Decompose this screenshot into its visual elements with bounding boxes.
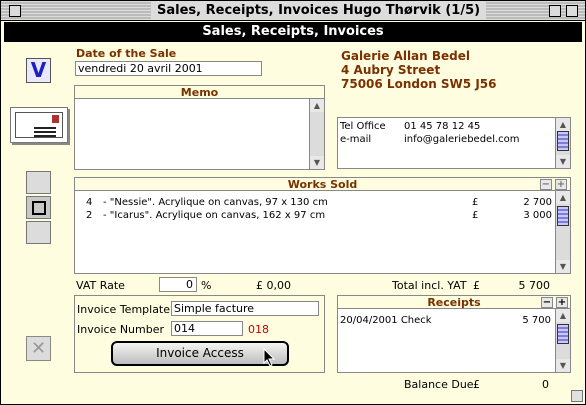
scroll-down-icon[interactable]: ▼	[556, 359, 570, 372]
scroll-thumb[interactable]	[557, 324, 569, 344]
row-currency: £	[472, 197, 479, 208]
invoice-box: Invoice Template Simple facture Invoice …	[74, 295, 325, 373]
receipt-amount: 5 700	[522, 315, 551, 326]
nav-stop-button[interactable]	[26, 196, 51, 219]
contact-panel: Tel Office 01 45 78 12 45 e-mail info@ga…	[337, 117, 571, 169]
close-box[interactable]	[9, 5, 21, 17]
scroll-down-icon[interactable]: ▼	[556, 155, 570, 168]
window-title: Sales, Receipts, Invoices Hugo Thørvik (…	[151, 2, 487, 20]
works-add-button[interactable]: +	[555, 179, 567, 190]
client-name: Galerie Allan Bedel	[341, 49, 471, 63]
envelope-icon	[15, 112, 63, 138]
nav-up-button[interactable]	[26, 171, 51, 194]
total-currency: £	[473, 279, 480, 292]
nav-down-button[interactable]	[26, 221, 51, 244]
row-desc: - "Icarus". Acrylique on canvas, 162 x 9…	[103, 210, 326, 221]
scroll-thumb[interactable]	[557, 131, 569, 151]
tel-label: Tel Office	[340, 121, 386, 132]
memo-scrollbar[interactable]: ▲ ▼	[309, 99, 324, 169]
square-icon	[32, 201, 46, 215]
receipts-title: Receipts	[338, 296, 570, 309]
main-window: Sales, Receipts, Invoices Hugo Thørvik (…	[0, 0, 586, 405]
title-bar[interactable]: Sales, Receipts, Invoices Hugo Thørvik (…	[1, 1, 585, 21]
row-qty: 4	[86, 197, 93, 208]
invoice-template-field[interactable]: Simple facture	[171, 301, 319, 316]
vat-percent: %	[201, 279, 212, 292]
client-city: 75006 London SW5 J56	[341, 77, 497, 91]
vat-label: VAT Rate	[76, 279, 125, 292]
email-value: info@galeriebedel.com	[404, 134, 520, 145]
scroll-up-icon[interactable]: ▲	[556, 191, 570, 204]
scroll-up-icon[interactable]: ▲	[556, 309, 570, 322]
scroll-down-icon[interactable]: ▼	[310, 156, 324, 169]
total-label: Total incl. YAT	[392, 279, 467, 292]
works-sold-panel[interactable]: Works Sold − + 4 - "Nessie". Acrylique o…	[74, 177, 571, 274]
contact-scrollbar[interactable]: ▲ ▼	[555, 118, 570, 168]
works-remove-button[interactable]: −	[540, 179, 552, 190]
invoice-number-field[interactable]: 014	[171, 321, 243, 336]
row-currency: £	[472, 210, 479, 221]
scroll-up-icon[interactable]: ▲	[556, 118, 570, 131]
total-value: 5 700	[518, 279, 551, 292]
mail-envelope-button[interactable]	[10, 107, 68, 143]
vat-rate-field[interactable]: 0	[159, 277, 197, 292]
receipts-add-button[interactable]: +	[556, 297, 568, 308]
tel-value: 01 45 78 12 45	[404, 121, 481, 132]
works-scrollbar[interactable]: ▲ ▼	[555, 191, 570, 273]
receipts-panel[interactable]: Receipts − + 20/04/2001 Check 5 700 ▲ ▼	[337, 295, 571, 373]
balance-currency: £	[473, 378, 480, 391]
invoice-number-label: Invoice Number	[77, 323, 165, 336]
header-banner: Sales, Receipts, Invoices	[4, 22, 582, 42]
balance-value: 0	[542, 378, 549, 391]
vat-amount: £ 0,00	[256, 279, 291, 292]
delete-button[interactable]: ✕	[26, 336, 51, 361]
collapse-box[interactable]	[566, 5, 578, 17]
x-icon: ✕	[30, 338, 47, 359]
balance-label: Balance Due	[404, 378, 474, 391]
email-label: e-mail	[340, 134, 372, 145]
receipts-scrollbar[interactable]: ▲ ▼	[555, 309, 570, 372]
date-field[interactable]: vendredi 20 avril 2001	[75, 61, 262, 76]
row-desc: - "Nessie". Acrylique on canvas, 97 x 13…	[103, 197, 328, 208]
invoice-template-label: Invoice Template	[77, 303, 171, 316]
next-invoice-number: 018	[248, 323, 269, 336]
scroll-down-icon[interactable]: ▼	[556, 260, 570, 273]
row-amount: 2 700	[523, 197, 552, 208]
zoom-box[interactable]	[549, 5, 561, 17]
memo-panel[interactable]: Memo ▲ ▼	[74, 85, 325, 170]
receipts-remove-button[interactable]: −	[541, 297, 553, 308]
row-qty: 2	[86, 210, 93, 221]
validate-button[interactable]: V	[26, 58, 51, 83]
client-street: 4 Aubry Street	[341, 63, 441, 77]
works-sold-title: Works Sold	[75, 178, 570, 191]
scroll-up-icon[interactable]: ▲	[310, 99, 324, 112]
scroll-thumb[interactable]	[557, 206, 569, 226]
resize-grip[interactable]	[571, 390, 583, 402]
memo-title: Memo	[75, 86, 324, 99]
date-label: Date of the Sale	[76, 47, 177, 60]
row-amount: 3 000	[523, 210, 552, 221]
header-title: Sales, Receipts, Invoices	[202, 24, 384, 39]
check-icon: V	[30, 58, 47, 82]
receipt-text: 20/04/2001 Check	[340, 315, 432, 326]
cursor-icon	[263, 348, 276, 367]
